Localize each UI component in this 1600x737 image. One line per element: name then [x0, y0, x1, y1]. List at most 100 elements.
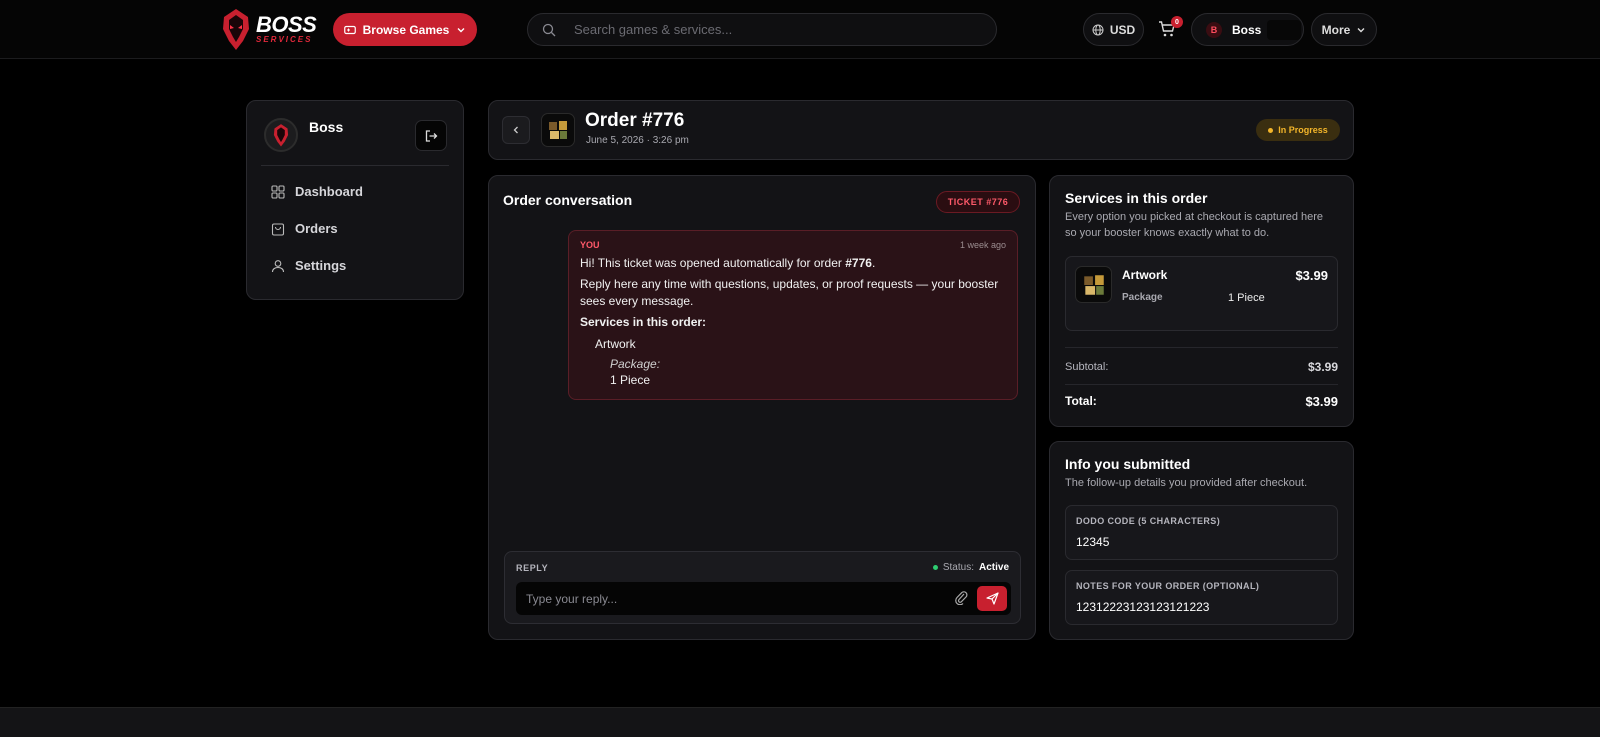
field-value: 12345: [1076, 535, 1110, 549]
status-dot-icon: [1268, 127, 1274, 133]
message-text: .: [871, 256, 876, 270]
order-title: Order #776: [585, 110, 685, 131]
user-name: Boss: [1232, 22, 1262, 37]
chevron-left-icon: [513, 126, 518, 134]
message-line-1: Hi! This ticket was opened automatically…: [580, 256, 875, 270]
reply-status-label: Status:: [942, 562, 974, 573]
logout-button[interactable]: [415, 120, 447, 151]
message-text: Hi! This ticket was opened automatically…: [580, 256, 846, 270]
boss-mask-icon: [273, 124, 289, 147]
reply-input[interactable]: [526, 591, 926, 606]
field-value: 12312223123123121223: [1076, 600, 1210, 614]
send-button[interactable]: [977, 586, 1007, 611]
sidebar-item-label: Orders: [295, 221, 338, 236]
message-option-value: 1 Piece: [610, 373, 651, 387]
info-subtitle: The follow-up details you provided after…: [1065, 477, 1308, 489]
total-value: $3.99: [1305, 394, 1338, 409]
services-subtitle-1: Every option you picked at checkout is c…: [1065, 211, 1324, 223]
field-label: DODO CODE (5 CHARACTERS): [1076, 516, 1221, 526]
message-service-name: Artwork: [595, 337, 636, 351]
search-input[interactable]: [574, 22, 954, 37]
logo-subtext: SERVICES: [256, 35, 313, 44]
message-line-3: sees every message.: [580, 294, 694, 308]
order-status-label: In Progress: [1278, 125, 1328, 135]
back-button[interactable]: [502, 116, 530, 144]
search-icon: [542, 23, 556, 36]
message-time: 1 week ago: [959, 240, 1006, 250]
more-label: More: [1321, 22, 1351, 37]
order-thumbnail: [541, 113, 575, 147]
message-bubble: YOU 1 week ago Hi! This ticket was opene…: [568, 230, 1018, 400]
reply-status: Status: Active: [932, 562, 1009, 573]
send-icon: [985, 592, 999, 605]
service-name: Artwork: [1122, 268, 1168, 282]
grid-icon: [271, 184, 285, 199]
globe-icon: [1092, 24, 1104, 35]
order-date: June 5, 2026 · 3:26 pm: [586, 135, 689, 146]
sidebar-user-name: Boss: [309, 119, 344, 135]
message-order-ref: #776: [845, 256, 872, 270]
reply-box: REPLY Status: Active: [504, 551, 1021, 624]
chevron-down-icon: [457, 27, 465, 32]
message-option-label: Package:: [610, 357, 661, 371]
cart-count-badge: 0: [1171, 16, 1183, 28]
paperclip-icon[interactable]: [954, 589, 968, 605]
service-thumbnail: [1075, 266, 1112, 303]
boss-services-logo[interactable]: BOSS SERVICES: [220, 6, 320, 52]
sidebar-avatar: [264, 118, 298, 152]
gamepad-icon: [343, 25, 356, 34]
cart-button[interactable]: 0: [1158, 16, 1183, 42]
more-menu-button[interactable]: More: [1311, 13, 1377, 46]
service-option-label: Package: [1122, 292, 1163, 303]
bag-icon: [271, 222, 285, 236]
reply-label: REPLY: [516, 563, 549, 573]
user-menu[interactable]: B Boss: [1191, 13, 1304, 46]
user-balance-box: [1267, 19, 1302, 40]
order-status-badge: In Progress: [1256, 119, 1340, 141]
message-line-2: Reply here any time with questions, upda…: [580, 277, 999, 291]
browse-games-label: Browse Games: [362, 22, 450, 37]
subtotal-value: $3.99: [1307, 360, 1338, 374]
reply-field[interactable]: [516, 582, 1011, 615]
page-footer: [0, 707, 1600, 737]
status-dot-icon: [932, 565, 938, 570]
service-item-card: Artwork $3.99 Package 1 Piece: [1065, 256, 1338, 331]
artwork-icon: [549, 121, 567, 139]
top-bar: BOSS SERVICES Browse Games USD 0 B Boss …: [0, 0, 1600, 59]
user-avatar: B: [1206, 21, 1222, 38]
sidebar-item-label: Settings: [295, 258, 347, 273]
services-title: Services in this order: [1065, 190, 1208, 206]
logo-wordmark: BOSS: [256, 12, 317, 37]
order-header: Order #776 June 5, 2026 · 3:26 pm In Pro…: [488, 100, 1354, 160]
services-subtitle-2: so your booster knows exactly what to do…: [1065, 227, 1270, 239]
sidebar-item-label: Dashboard: [295, 184, 363, 199]
message-author: YOU: [580, 240, 600, 250]
currency-selector[interactable]: USD: [1083, 13, 1144, 46]
info-title: Info you submitted: [1065, 456, 1191, 472]
sidebar-item-settings[interactable]: Settings: [271, 258, 346, 273]
services-panel: Services in this order Every option you …: [1049, 175, 1354, 427]
ticket-badge: TICKET #776: [936, 191, 1020, 213]
conversation-title: Order conversation: [503, 192, 633, 208]
reply-status-value: Active: [978, 562, 1009, 573]
search-bar[interactable]: [527, 13, 997, 46]
sidebar-item-dashboard[interactable]: Dashboard: [271, 184, 363, 199]
total-label: Total:: [1065, 394, 1097, 408]
info-field-dodo-code: DODO CODE (5 CHARACTERS) 12345: [1065, 505, 1338, 560]
account-sidebar: Boss Dashboard Orders Settings: [246, 100, 464, 300]
logout-icon: [425, 129, 438, 142]
artwork-icon: [1083, 274, 1104, 295]
subtotal-label: Subtotal:: [1065, 361, 1109, 373]
chevron-down-icon: [1357, 27, 1365, 32]
info-field-notes: NOTES FOR YOUR ORDER (OPTIONAL) 12312223…: [1065, 570, 1338, 625]
sidebar-item-orders[interactable]: Orders: [271, 221, 338, 236]
currency-label: USD: [1109, 22, 1136, 37]
order-conversation-panel: Order conversation TICKET #776 YOU 1 wee…: [488, 175, 1036, 640]
user-icon: [271, 259, 285, 272]
service-price: $3.99: [1295, 268, 1328, 283]
message-services-heading: Services in this order:: [580, 315, 707, 329]
service-option-value: 1 Piece: [1228, 292, 1265, 304]
info-submitted-panel: Info you submitted The follow-up details…: [1049, 441, 1354, 640]
browse-games-button[interactable]: Browse Games: [333, 13, 477, 46]
sidebar-divider: [261, 165, 449, 166]
